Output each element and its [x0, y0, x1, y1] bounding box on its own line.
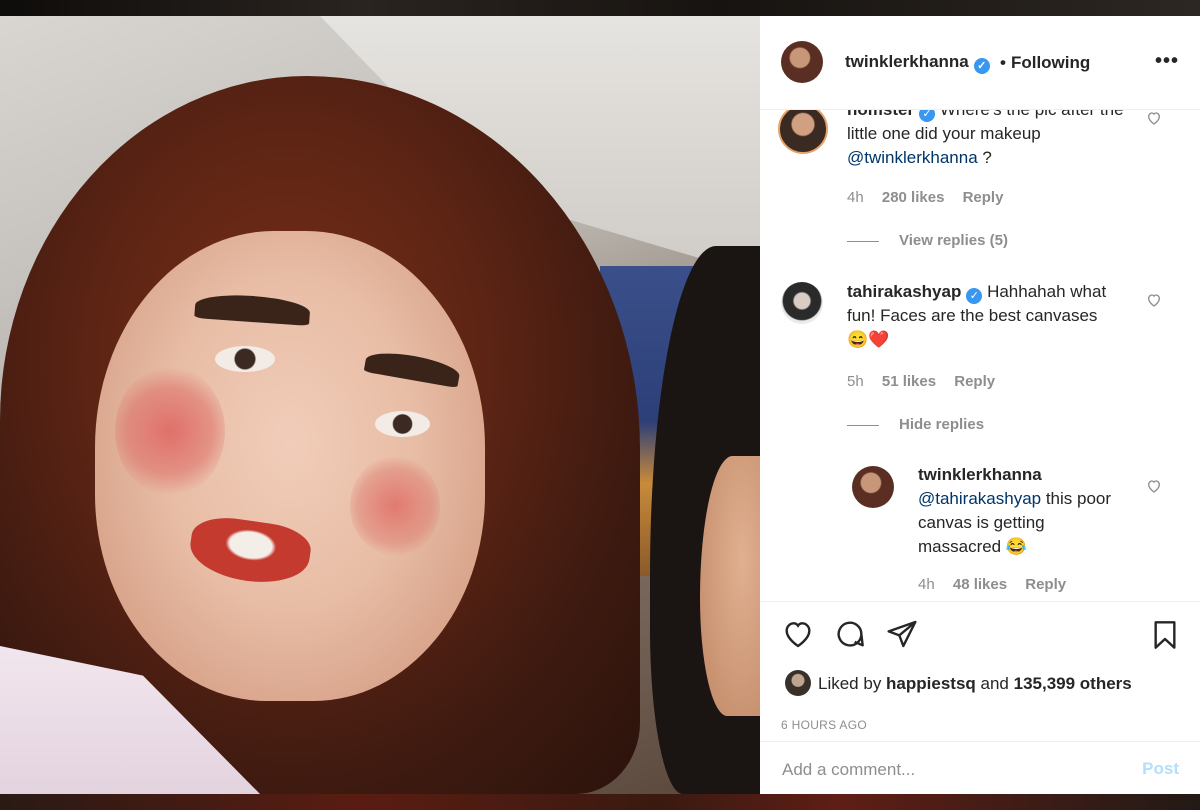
- author-avatar[interactable]: [781, 41, 823, 83]
- photo-cheek-right: [350, 456, 440, 556]
- reply-username[interactable]: twinklerkhanna: [918, 465, 1042, 484]
- comment-reply-button[interactable]: Reply: [954, 373, 995, 390]
- heart-icon[interactable]: [781, 618, 815, 650]
- bookmark-icon[interactable]: [1149, 618, 1181, 652]
- reply-body: twinklerkhanna @tahirakashyap this poor …: [918, 463, 1128, 559]
- post-time-ago[interactable]: 6 HOURS AGO: [781, 718, 867, 732]
- photo-second-person-face: [700, 456, 760, 716]
- separator-dot: •: [1000, 53, 1006, 72]
- comment-username[interactable]: nomster: [847, 110, 914, 119]
- verified-icon: ✓: [973, 58, 990, 74]
- hide-replies-button[interactable]: Hide replies: [847, 416, 984, 433]
- reply-time[interactable]: 4h: [918, 576, 935, 593]
- post-header: twinklerkhanna ✓ • Following •••: [760, 16, 1200, 110]
- likes-prefix: Liked by: [818, 674, 887, 693]
- replies-dash: [847, 240, 879, 242]
- photo-eye-left: [215, 346, 275, 372]
- comments-list[interactable]: nomster✓ Where's the pic after the littl…: [760, 110, 1200, 601]
- view-replies-label[interactable]: View replies (5): [899, 232, 1008, 249]
- share-icon[interactable]: [885, 618, 919, 650]
- likes-count[interactable]: 135,399 others: [1014, 674, 1132, 693]
- post-comment-button[interactable]: Post: [1142, 759, 1179, 779]
- comment-mention[interactable]: @twinklerkhanna: [847, 148, 978, 167]
- liker-username[interactable]: happiestsq: [886, 674, 976, 693]
- view-replies-button[interactable]: View replies (5): [847, 232, 1008, 249]
- post-photo[interactable]: [0, 16, 760, 794]
- likes-middle: and: [975, 674, 1014, 693]
- follow-status[interactable]: • Following: [1000, 53, 1090, 73]
- comment-meta: 4h 280 likes Reply: [847, 189, 1017, 206]
- verified-icon: ✓: [919, 110, 936, 122]
- top-background-strip: [0, 0, 1200, 16]
- comment-time[interactable]: 4h: [847, 189, 864, 206]
- comment-emoji: 😄❤️: [847, 330, 890, 349]
- replies-dash: [847, 424, 879, 426]
- comment-body: nomster✓ Where's the pic after the littl…: [847, 110, 1137, 170]
- reply-mention[interactable]: @tahirakashyap: [918, 489, 1041, 508]
- reply-reply-button[interactable]: Reply: [1025, 576, 1066, 593]
- comment-meta: 5h 51 likes Reply: [847, 373, 1009, 390]
- comment-icon[interactable]: [833, 618, 867, 650]
- reply-twinklerkhanna: twinklerkhanna @tahirakashyap this poor …: [760, 463, 1200, 601]
- comment-text-tail: ?: [977, 148, 992, 167]
- liker-avatar[interactable]: [785, 670, 811, 696]
- comment-likes[interactable]: 280 likes: [882, 189, 945, 206]
- commenter-avatar[interactable]: [778, 110, 828, 154]
- comment-like-heart-icon[interactable]: [1146, 292, 1162, 308]
- likes-text: Liked by happiestsq and 135,399 others: [818, 674, 1132, 694]
- photo-eye-right: [375, 411, 430, 437]
- comment-reply-button[interactable]: Reply: [963, 189, 1004, 206]
- bottom-background-strip: [0, 794, 1200, 810]
- comment-tahirakashyap: tahirakashyap ✓ Hahhahah what fun! Faces …: [760, 282, 1200, 442]
- author-username[interactable]: twinklerkhanna ✓: [845, 52, 990, 74]
- reply-meta: 4h 48 likes Reply: [918, 576, 1080, 593]
- more-icon[interactable]: •••: [1155, 50, 1179, 73]
- comment-body: tahirakashyap ✓ Hahhahah what fun! Faces …: [847, 280, 1137, 352]
- comment-time[interactable]: 5h: [847, 373, 864, 390]
- hide-replies-label[interactable]: Hide replies: [899, 416, 984, 433]
- photo-cheek-left: [115, 366, 225, 496]
- comment-input[interactable]: [780, 754, 1114, 786]
- reply-like-heart-icon[interactable]: [1146, 478, 1162, 494]
- author-username-text[interactable]: twinklerkhanna: [845, 52, 969, 71]
- comment-username[interactable]: tahirakashyap: [847, 282, 961, 301]
- commenter-avatar[interactable]: [781, 282, 823, 324]
- verified-icon: ✓: [966, 288, 983, 304]
- comment-likes[interactable]: 51 likes: [882, 373, 936, 390]
- following-button[interactable]: Following: [1011, 53, 1090, 72]
- comment-like-heart-icon[interactable]: [1146, 110, 1162, 126]
- reply-avatar[interactable]: [852, 466, 894, 508]
- post-actions: Liked by happiestsq and 135,399 others 6…: [760, 601, 1200, 795]
- add-comment-bar: Post: [760, 741, 1200, 796]
- post-side-panel: twinklerkhanna✓ •Following ••• nomster✓ …: [760, 16, 1200, 794]
- reply-emoji: 😂: [1005, 537, 1028, 556]
- reply-likes[interactable]: 48 likes: [953, 576, 1007, 593]
